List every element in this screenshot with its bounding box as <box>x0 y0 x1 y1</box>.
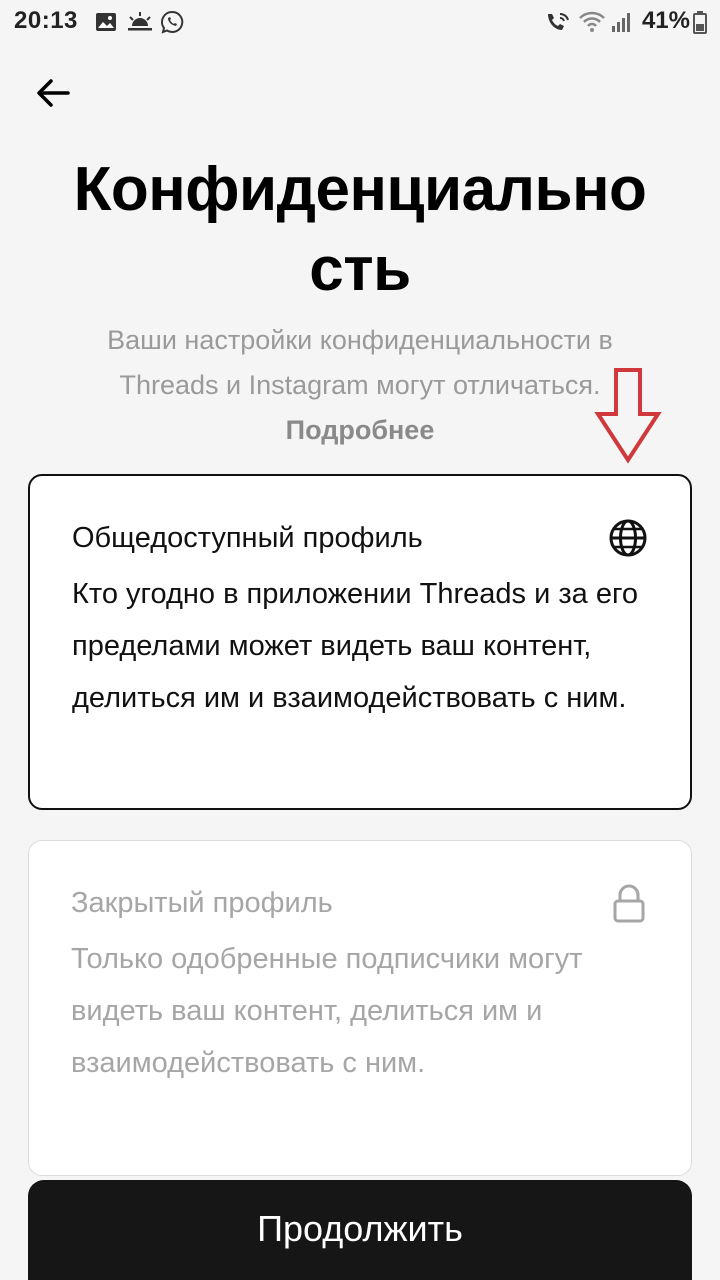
public-profile-description: Кто угодно в приложении Threads и за его… <box>72 578 639 714</box>
private-profile-description: Только одобренные подписчики могут видет… <box>71 943 583 1079</box>
public-profile-option[interactable]: Общедоступный профиль Кто угодно в прило… <box>28 474 692 810</box>
back-button[interactable] <box>28 68 78 118</box>
privacy-screen: 20:13 41% Конфиденциальность Ваши настро… <box>0 0 720 1280</box>
lock-icon <box>607 881 651 925</box>
battery-percent: 41% <box>641 7 690 34</box>
subtitle-text: Ваши настройки конфиденциальности в Thre… <box>107 325 613 400</box>
sunrise-icon <box>126 10 154 39</box>
wifi-calling-icon <box>544 10 572 39</box>
wifi-icon <box>578 10 606 39</box>
public-profile-title: Общедоступный профиль <box>72 522 423 554</box>
continue-button[interactable]: Продолжить <box>28 1180 692 1280</box>
signal-icon <box>610 10 632 39</box>
globe-icon <box>606 516 650 560</box>
status-time: 20:13 <box>14 7 78 34</box>
battery-icon <box>692 10 708 39</box>
private-profile-option[interactable]: Закрытый профиль Только одобренные подпи… <box>28 840 692 1176</box>
page-title: Конфиденциальность <box>73 155 647 304</box>
arrow-left-icon <box>37 79 70 107</box>
status-bar: 20:13 41% <box>0 0 720 44</box>
learn-more-link[interactable]: Подробнее <box>286 415 435 445</box>
gallery-icon <box>94 10 118 39</box>
subtitle: Ваши настройки конфиденциальности в Thre… <box>60 318 660 453</box>
private-profile-title: Закрытый профиль <box>71 887 333 919</box>
annotation-arrow <box>594 368 662 464</box>
viber-icon <box>160 10 184 39</box>
